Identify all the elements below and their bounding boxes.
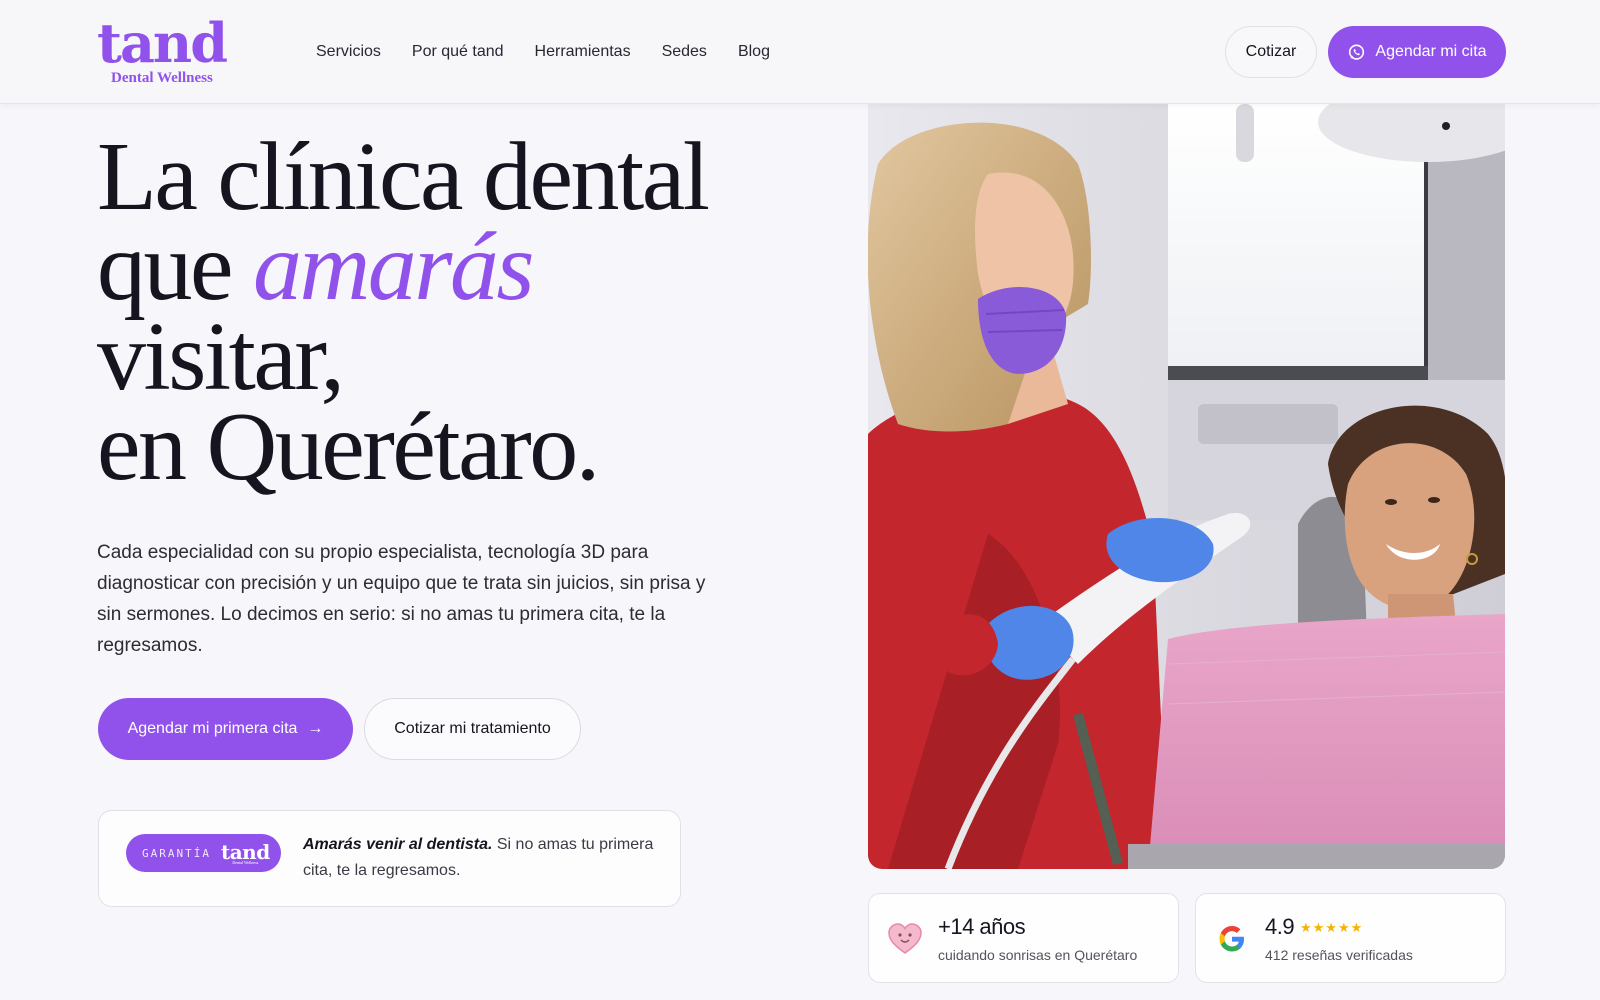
site-header: tand Dental Wellness Servicios Por qué t… — [0, 0, 1600, 104]
star-rating-icon: ★★★★★ — [1300, 920, 1364, 935]
logo-tagline: Dental Wellness — [111, 70, 213, 86]
main-nav: Servicios Por qué tand Herramientas Sede… — [316, 41, 770, 63]
nav-por-que-tand[interactable]: Por qué tand — [412, 41, 504, 63]
rating-stat-caption: 412 reseñas verificadas — [1265, 947, 1413, 963]
rating-stat-card: 4.9 ★★★★★ 412 reseñas verificadas — [1195, 893, 1506, 983]
quote-button-label: Cotizar — [1245, 43, 1297, 60]
hero-description: Cada especialidad con su propio especial… — [97, 542, 706, 656]
guarantee-lead: Amarás venir al dentista. — [303, 836, 493, 853]
hero-title-line-3: visitar, — [97, 303, 345, 411]
hero-title-line-2: que amarás — [97, 218, 817, 316]
guarantee-badge-logo: tand Dental Wellness — [221, 842, 270, 865]
quote-treatment-label: Cotizar mi tratamiento — [394, 720, 551, 737]
book-appointment-label: Agendar mi cita — [1375, 43, 1487, 60]
book-appointment-button[interactable]: Agendar mi cita — [1328, 26, 1506, 78]
guarantee-badge: GARANTÍA tand Dental Wellness — [126, 834, 281, 872]
heart-icon — [888, 923, 922, 954]
quote-treatment-button[interactable]: Cotizar mi tratamiento — [364, 698, 581, 760]
rating-stat-value: 4.9 — [1265, 914, 1295, 939]
brand-logo[interactable]: tand Dental Wellness — [97, 16, 247, 88]
arrow-right-icon: → — [307, 720, 324, 737]
hero-title-line-1: La clínica dental — [97, 123, 710, 231]
hero-photo — [868, 104, 1505, 869]
guarantee-badge-logo-word: tand — [220, 839, 270, 864]
whatsapp-icon — [1349, 44, 1365, 60]
google-icon — [1219, 926, 1244, 952]
years-stat-card: +14 años cuidando sonrisas en Querétaro — [868, 893, 1179, 983]
nav-blog[interactable]: Blog — [738, 41, 770, 63]
logo-word: tand — [97, 11, 228, 75]
guarantee-text: Amarás venir al dentista. Si no amas tu … — [303, 832, 658, 884]
book-first-appointment-label: Agendar mi primera cita — [127, 720, 298, 737]
guarantee-badge-logo-sub: Dental Wellness — [232, 859, 259, 865]
hero-title: La clínica dental que amarás visitar, en… — [97, 123, 817, 501]
guarantee-card: GARANTÍA tand Dental Wellness Amarás ven… — [98, 810, 681, 907]
years-stat-value: +14 años — [938, 914, 1026, 939]
guarantee-badge-label: GARANTÍA — [142, 846, 211, 860]
nav-servicios[interactable]: Servicios — [316, 41, 381, 63]
hero-title-line-4: en Querétaro. — [97, 393, 600, 501]
nav-sedes[interactable]: Sedes — [662, 41, 707, 63]
book-first-appointment-button[interactable]: Agendar mi primera cita → — [98, 698, 353, 760]
years-stat-caption: cuidando sonrisas en Querétaro — [938, 947, 1138, 963]
dentist-with-patient-image — [868, 104, 1505, 869]
quote-button[interactable]: Cotizar — [1225, 26, 1317, 78]
nav-herramientas[interactable]: Herramientas — [535, 41, 631, 63]
